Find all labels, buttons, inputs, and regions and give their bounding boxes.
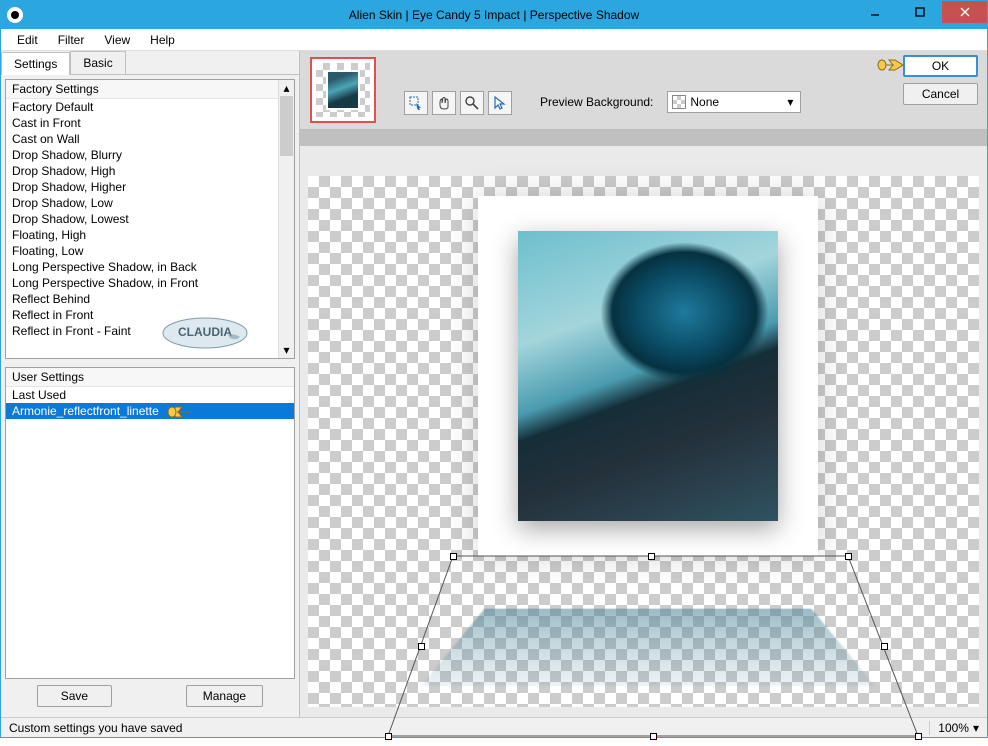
list-item-last-used[interactable]: Last Used [6,387,294,403]
scroll-thumb[interactable] [280,96,293,156]
factory-settings-list[interactable]: Factory Settings Factory Default Cast in… [5,79,295,359]
menubar: Edit Filter View Help [1,29,987,51]
list-item[interactable]: Reflect Behind [6,291,294,307]
preview-bg-label: Preview Background: [540,95,653,109]
list-item[interactable]: Long Perspective Shadow, in Front [6,275,294,291]
menu-view[interactable]: View [94,30,140,50]
transparency-swatch-icon [672,95,686,109]
preview-bg-select[interactable]: None ▾ [667,91,801,113]
preview-bg-value: None [690,95,719,109]
scroll-down-icon[interactable]: ▾ [279,342,294,358]
save-button[interactable]: Save [37,685,112,707]
manage-button[interactable]: Manage [186,685,263,707]
list-item[interactable]: Factory Default [6,99,294,115]
transform-handle[interactable] [650,733,657,740]
maximize-button[interactable] [897,1,942,23]
titlebar: Alien Skin | Eye Candy 5 Impact | Perspe… [1,1,987,29]
list-item[interactable]: Floating, High [6,227,294,243]
canvas[interactable] [308,176,979,707]
scroll-up-icon[interactable]: ▴ [279,80,294,96]
status-message: Custom settings you have saved [9,721,182,735]
list-item[interactable]: Drop Shadow, High [6,163,294,179]
list-item[interactable]: Reflect in Front [6,307,294,323]
zoom-tool-icon[interactable] [460,91,484,115]
transform-outline [398,546,898,746]
user-settings-list[interactable]: User Settings Last Used Armonie_reflectf… [5,367,295,679]
minimize-button[interactable] [852,1,897,23]
list-item[interactable]: Floating, Low [6,243,294,259]
app-icon [7,7,23,23]
menu-edit[interactable]: Edit [7,30,48,50]
list-item[interactable]: Drop Shadow, Higher [6,179,294,195]
factory-header: Factory Settings [6,80,294,99]
ok-button[interactable]: OK [903,55,978,77]
list-item[interactable]: Drop Shadow, Blurry [6,147,294,163]
list-item[interactable]: Cast on Wall [6,131,294,147]
transform-handle[interactable] [385,733,392,740]
arrow-tool-icon[interactable] [488,91,512,115]
cancel-button[interactable]: Cancel [903,83,978,105]
transform-handle[interactable] [450,553,457,560]
list-item[interactable]: Drop Shadow, Lowest [6,211,294,227]
menu-help[interactable]: Help [140,30,185,50]
transform-handle[interactable] [881,643,888,650]
list-item[interactable]: Drop Shadow, Low [6,195,294,211]
right-panel: Preview Background: None ▾ [300,51,987,717]
hand-tool-icon[interactable] [432,91,456,115]
list-item-selected[interactable]: Armonie_reflectfront_linette [6,403,294,419]
list-item[interactable]: Cast in Front [6,115,294,131]
select-tool-icon[interactable] [404,91,428,115]
close-button[interactable] [942,1,987,23]
window-title: Alien Skin | Eye Candy 5 Impact | Perspe… [349,8,639,22]
list-item[interactable]: Reflect in Front - Faint [6,323,294,339]
transform-handle[interactable] [845,553,852,560]
preview-toolbar: Preview Background: None ▾ [300,51,987,130]
chevron-down-icon: ▾ [782,94,798,110]
chevron-down-icon[interactable]: ▾ [973,721,979,735]
scrollbar[interactable]: ▴ ▾ [278,80,294,358]
transform-handle[interactable] [418,643,425,650]
tab-settings[interactable]: Settings [1,52,70,75]
user-header: User Settings [6,368,294,387]
image-card [478,196,818,556]
main-image [518,231,778,521]
zoom-level: 100% [938,721,969,735]
tab-basic[interactable]: Basic [70,51,125,74]
preview-thumbnail[interactable] [310,57,376,123]
transform-handle[interactable] [915,733,922,740]
transform-handle[interactable] [648,553,655,560]
menu-filter[interactable]: Filter [48,30,95,50]
divider-strip [300,130,987,146]
list-item[interactable]: Long Perspective Shadow, in Back [6,259,294,275]
reflection-transform-box[interactable] [398,546,898,746]
left-panel: Settings Basic Factory Settings Factory … [1,51,300,717]
preview-area[interactable] [300,146,987,717]
